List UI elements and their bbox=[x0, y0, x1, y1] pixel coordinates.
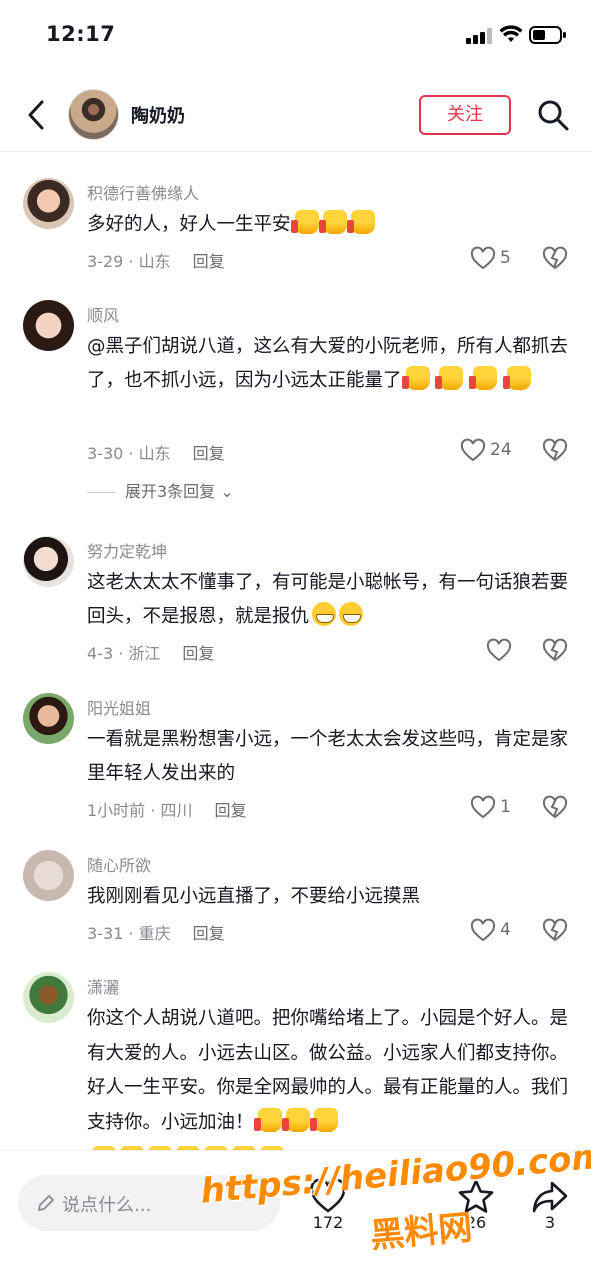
comment-meta: 1小时前 · 四川 回复 bbox=[87, 801, 247, 820]
reply-button[interactable]: 回复 bbox=[214, 801, 246, 820]
thumbs-up-emoji-icon bbox=[435, 366, 464, 390]
heart-icon bbox=[486, 638, 512, 662]
comment-text: @黑子们胡说八道，这么有大爱的小阮老师，所有人都抓去了，也不抓小远，因为小远太正… bbox=[87, 336, 569, 391]
comment-meta: 3-30 · 山东 回复 bbox=[87, 444, 225, 463]
commenter-avatar[interactable] bbox=[23, 693, 74, 744]
comment-text: 你这个人胡说八道吧。把你嘴给堵上了。小园是个好人。是有大爱的人。小远去山区。做公… bbox=[87, 1008, 569, 1133]
heart-icon bbox=[470, 246, 496, 270]
author-name[interactable]: 陶奶奶 bbox=[131, 102, 185, 128]
commenter-avatar[interactable] bbox=[23, 536, 74, 587]
comment-text: 一看就是黑粉想害小远，一个老太太会发这些吗，肯定是家里年轻人发出来的 bbox=[87, 729, 569, 784]
comment-input[interactable]: 说点什么... bbox=[18, 1175, 280, 1231]
commenter-name[interactable]: 积德行善佛缘人 bbox=[87, 180, 199, 204]
comment-text: 多好的人，好人一生平安 bbox=[87, 208, 577, 242]
heart-icon bbox=[470, 795, 496, 819]
like-count: 4 bbox=[500, 920, 511, 940]
expand-replies-button[interactable]: 展开3条回复 ⌄ bbox=[87, 478, 234, 502]
like-button[interactable]: 1 bbox=[470, 795, 540, 821]
reply-button[interactable]: 回复 bbox=[193, 924, 225, 943]
comment-input-placeholder: 说点什么... bbox=[62, 1195, 152, 1216]
thumbs-up-emoji-icon bbox=[290, 210, 319, 234]
commenter-name[interactable]: 阳光姐姐 bbox=[87, 695, 151, 719]
author-avatar[interactable] bbox=[68, 89, 119, 140]
grinning-emoji-icon bbox=[312, 602, 337, 626]
bottom-action-bar: 说点什么... 172 26 3 bbox=[0, 1150, 591, 1280]
commenter-avatar[interactable] bbox=[23, 300, 74, 351]
dislike-heart-icon[interactable] bbox=[542, 246, 568, 272]
comment-meta: 3-29 · 山东 回复 bbox=[87, 252, 225, 271]
profile-header: 陶奶奶 关注 bbox=[0, 80, 591, 152]
commenter-name[interactable]: 努力定乾坤 bbox=[87, 538, 167, 562]
commenter-avatar[interactable] bbox=[23, 972, 74, 1023]
search-icon[interactable] bbox=[536, 98, 570, 132]
heart-icon[interactable] bbox=[308, 1177, 348, 1217]
like-button[interactable]: 24 bbox=[460, 438, 530, 464]
favorite-count: 26 bbox=[465, 1213, 487, 1232]
dislike-heart-icon[interactable] bbox=[542, 638, 568, 664]
like-count: 24 bbox=[490, 440, 512, 460]
commenter-name[interactable]: 顺风 bbox=[87, 302, 119, 326]
cellular-signal-icon bbox=[466, 28, 492, 44]
follow-button[interactable]: 关注 bbox=[419, 95, 511, 135]
thumbs-up-emoji-icon bbox=[346, 210, 375, 234]
share-icon[interactable] bbox=[530, 1177, 570, 1217]
thumbs-up-emoji-icon bbox=[401, 366, 430, 390]
commenter-name[interactable]: 潇灑 bbox=[87, 974, 119, 998]
comment-text: 这老太太太不懂事了，有可能是小聪帐号，有一句话狼若要回头，不是报恩，就是报仇 bbox=[87, 572, 569, 627]
thumbs-up-emoji-icon bbox=[503, 366, 532, 390]
divider bbox=[87, 492, 115, 493]
comment-meta: 3-31 · 重庆 回复 bbox=[87, 924, 225, 943]
thumbs-up-emoji-icon bbox=[318, 210, 347, 234]
dislike-heart-icon[interactable] bbox=[542, 795, 568, 821]
like-count: 5 bbox=[500, 248, 511, 268]
commenter-avatar[interactable] bbox=[23, 178, 74, 229]
like-count: 1 bbox=[500, 797, 511, 817]
heart-icon bbox=[470, 918, 496, 942]
share-count: 3 bbox=[544, 1213, 556, 1232]
reply-button[interactable]: 回复 bbox=[193, 444, 225, 463]
wifi-icon bbox=[499, 25, 523, 42]
pen-icon bbox=[38, 1195, 54, 1211]
chevron-down-icon: ⌄ bbox=[220, 482, 234, 501]
commenter-name[interactable]: 随心所欲 bbox=[87, 852, 151, 876]
grinning-emoji-icon bbox=[339, 602, 364, 626]
back-arrow-icon[interactable] bbox=[22, 98, 52, 132]
thumbs-up-emoji-icon bbox=[309, 1107, 338, 1132]
status-time: 12:17 bbox=[46, 22, 116, 46]
like-button[interactable]: 5 bbox=[470, 246, 540, 272]
battery-icon bbox=[529, 26, 566, 44]
comment-text: 我刚刚看见小远直播了，不要给小远摸黑 bbox=[87, 886, 421, 907]
thumbs-up-emoji-icon bbox=[281, 1107, 310, 1132]
commenter-avatar[interactable] bbox=[23, 850, 74, 901]
like-button[interactable]: 4 bbox=[470, 918, 540, 944]
star-icon[interactable] bbox=[456, 1177, 496, 1217]
reply-button[interactable]: 回复 bbox=[182, 644, 214, 663]
like-count: 172 bbox=[312, 1213, 344, 1232]
heart-icon bbox=[460, 438, 486, 462]
comment-meta: 4-3 · 浙江 回复 bbox=[87, 644, 215, 663]
status-bar: 12:17 bbox=[0, 0, 591, 70]
dislike-heart-icon[interactable] bbox=[542, 438, 568, 464]
reply-button[interactable]: 回复 bbox=[193, 252, 225, 271]
thumbs-up-emoji-icon bbox=[253, 1107, 282, 1132]
dislike-heart-icon[interactable] bbox=[542, 918, 568, 944]
thumbs-up-emoji-icon bbox=[469, 366, 498, 390]
